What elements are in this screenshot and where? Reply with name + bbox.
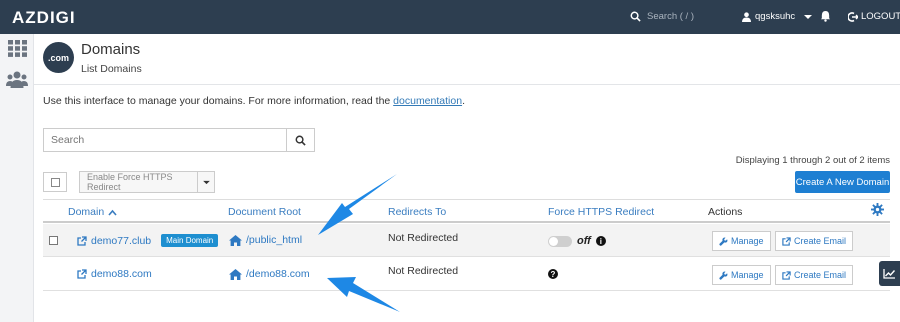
page-icon-text: .com: [47, 52, 69, 63]
logout-icon: [848, 11, 858, 22]
brand-logo[interactable]: AZDIGI: [12, 8, 76, 28]
external-link-icon: [782, 270, 791, 280]
bell-icon: [820, 10, 831, 22]
https-toggle[interactable]: [548, 235, 572, 247]
intro-sentence: Use this interface to manage your domain…: [43, 95, 391, 107]
page-subtitle: List Domains: [81, 63, 142, 75]
intro-text: Use this interface to manage your domain…: [43, 95, 465, 107]
page-title: Domains: [81, 41, 141, 58]
search-input[interactable]: [44, 129, 286, 151]
manage-button[interactable]: Manage: [712, 265, 771, 285]
search-button[interactable]: [286, 129, 314, 151]
create-email-button[interactable]: Create Email: [775, 231, 854, 251]
global-search[interactable]: Search ( / ): [630, 11, 694, 22]
https-state-label: off: [577, 235, 591, 247]
info-icon[interactable]: i: [595, 236, 606, 246]
table-row: demo77.club Main Domain /public_html Not…: [43, 224, 890, 257]
search-icon: [630, 11, 641, 22]
create-email-label: Create Email: [794, 236, 847, 246]
global-search-placeholder: Search ( / ): [647, 11, 694, 22]
left-rail: [0, 34, 34, 322]
logout-label: LOGOUT: [861, 11, 900, 22]
redirects-cell: Not Redirected: [388, 265, 459, 277]
user-icon: [742, 11, 751, 22]
sort-up-icon: [108, 209, 117, 216]
wrench-icon: [719, 271, 728, 280]
table-row: demo88.com /demo88.com Not Redirected ? …: [43, 258, 890, 291]
docroot-link[interactable]: /public_html: [246, 234, 302, 246]
column-redirects[interactable]: Redirects To: [388, 206, 446, 218]
row-checkbox[interactable]: [49, 236, 58, 245]
gear-icon: [871, 203, 884, 216]
top-navbar: AZDIGI Search ( / ) qgsksuhc LOGOUT: [0, 0, 900, 34]
domain-cell: demo88.com: [77, 268, 152, 280]
domain-search: [43, 128, 315, 152]
help-icon[interactable]: ?: [548, 269, 558, 279]
column-https[interactable]: Force HTTPS Redirect: [548, 206, 654, 218]
https-dropdown-toggle[interactable]: [197, 172, 214, 192]
https-button-label: Enable Force HTTPS Redirect: [87, 172, 173, 192]
docroot-cell: /demo88.com: [229, 268, 310, 280]
checkbox-box: [50, 177, 60, 187]
domains-page-icon: .com: [43, 42, 74, 73]
pagination-summary: Displaying 1 through 2 out of 2 items: [735, 155, 890, 166]
manage-label: Manage: [731, 236, 764, 246]
notifications-bell[interactable]: [820, 10, 831, 25]
create-email-button[interactable]: Create Email: [775, 265, 854, 285]
stats-widget[interactable]: [879, 261, 900, 286]
create-email-label: Create Email: [794, 270, 847, 280]
apps-grid-icon[interactable]: [8, 40, 27, 60]
https-cell: off i: [548, 235, 606, 247]
home-icon: [229, 234, 242, 246]
external-link-icon: [77, 235, 87, 246]
wrench-icon: [719, 237, 728, 246]
docroot-cell: /public_html: [229, 234, 302, 246]
column-domain[interactable]: Domain: [68, 206, 117, 218]
user-menu[interactable]: qgsksuhc: [742, 11, 813, 22]
logout-link[interactable]: LOGOUT: [848, 11, 900, 22]
domain-cell: demo77.club Main Domain: [77, 234, 219, 247]
caret-down-icon: [202, 180, 210, 184]
enable-https-redirect-button[interactable]: Enable Force HTTPS Redirect: [79, 171, 215, 193]
domain-link[interactable]: demo88.com: [91, 268, 152, 280]
redirects-cell: Not Redirected: [388, 232, 459, 244]
column-docroot[interactable]: Document Root: [228, 206, 301, 218]
column-actions: Actions: [708, 206, 743, 218]
documentation-link[interactable]: documentation: [393, 95, 462, 107]
https-cell: ?: [548, 269, 558, 279]
table-settings-button[interactable]: [871, 203, 884, 219]
main-domain-badge: Main Domain: [161, 234, 219, 247]
column-domain-label: Domain: [68, 206, 105, 218]
manage-label: Manage: [731, 270, 764, 280]
external-link-icon: [77, 269, 87, 279]
manage-button[interactable]: Manage: [712, 231, 771, 251]
domain-link[interactable]: demo77.club: [91, 235, 151, 247]
intro-end: .: [462, 95, 465, 107]
table-header: Domain Document Root Redirects To Force …: [43, 199, 890, 223]
select-all-checkbox[interactable]: [43, 172, 67, 192]
home-icon: [229, 268, 242, 280]
caret-down-icon: [804, 14, 813, 19]
docroot-link[interactable]: /demo88.com: [246, 268, 310, 280]
header-divider: [34, 84, 900, 85]
line-chart-icon: [883, 269, 896, 279]
users-icon[interactable]: [6, 71, 28, 91]
external-link-icon: [782, 236, 791, 246]
create-domain-button[interactable]: Create A New Domain: [795, 171, 890, 193]
username-label: qgsksuhc: [755, 11, 796, 22]
search-icon: [295, 135, 306, 146]
